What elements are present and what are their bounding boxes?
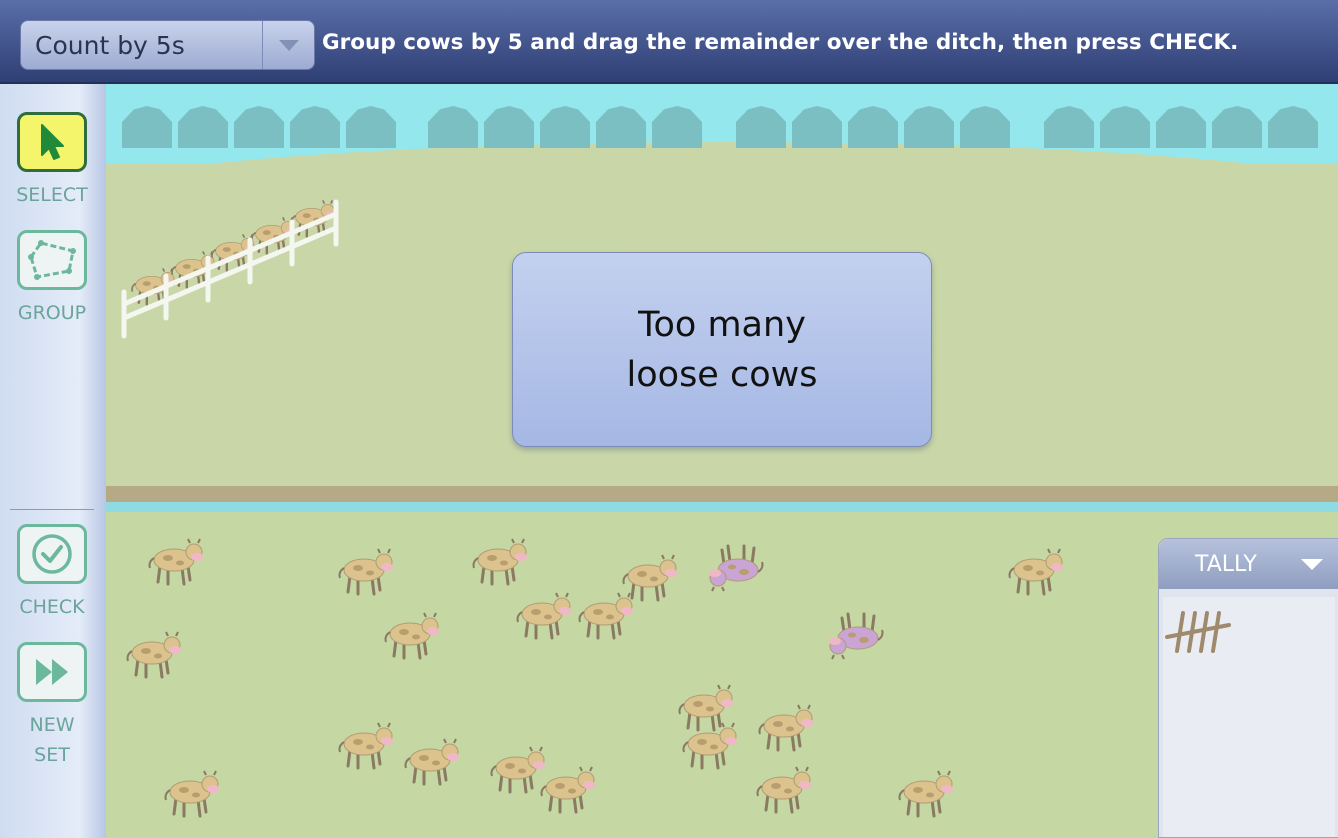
fence-icon [121,199,339,339]
tally-mark [1165,623,1231,639]
cow[interactable] [332,546,396,598]
chevron-down-icon[interactable] [262,21,314,69]
chevron-down-icon[interactable] [1301,558,1323,570]
check-tool[interactable]: CHECK [0,524,104,622]
group-tool-label: GROUP [17,302,87,324]
tally-marks-icon [1165,611,1231,653]
check-label: CHECK [19,596,85,618]
new-set-button[interactable] [17,642,87,702]
lasso-group-icon [28,240,76,280]
cow[interactable] [892,768,956,820]
select-tool-button[interactable] [17,112,87,172]
cow[interactable] [142,536,206,588]
cow[interactable] [120,629,184,681]
tool-sidebar: SELECT GROUP CHECK NEW SET [0,84,106,838]
cow[interactable] [676,720,740,772]
tally-header[interactable]: TALLY [1159,539,1338,589]
instruction-text: Group cows by 5 and drag the remainder o… [322,30,1239,55]
feedback-message-text: Too many loose cows [626,304,818,395]
check-button[interactable] [17,524,87,584]
count-mode-value: Count by 5s [35,30,185,60]
tally-mark [1211,611,1221,653]
ditch [106,502,1338,512]
top-bar: Count by 5s Group cows by 5 and drag the… [0,0,1338,84]
tally-panel[interactable]: TALLY [1158,538,1338,838]
fast-forward-icon [36,659,68,685]
cow[interactable] [378,610,442,662]
new-set-label: NEW SET [29,710,74,770]
tally-body [1163,597,1335,837]
cow[interactable] [572,590,636,642]
cow[interactable] [510,590,574,642]
toolbar-divider [10,509,94,510]
cow[interactable] [706,542,770,594]
cow[interactable] [752,702,816,754]
new-set-label-line2: SET [34,744,70,766]
checkmark-circle-icon [32,534,72,574]
count-mode-dropdown[interactable]: Count by 5s [20,20,315,70]
cow-pen-group[interactable] [114,184,344,344]
cow[interactable] [466,536,530,588]
tally-mark [1175,611,1185,653]
group-tool[interactable]: GROUP [0,230,104,328]
cow[interactable] [826,610,890,662]
new-set-label-line1: NEW [29,714,75,736]
cow[interactable] [1002,546,1066,598]
select-tool-label: SELECT [16,184,88,206]
cow[interactable] [750,764,814,816]
new-set-tool[interactable]: NEW SET [0,642,104,770]
pasture-field[interactable] [106,84,1338,838]
cow[interactable] [534,764,598,816]
group-tool-button[interactable] [17,230,87,290]
cow[interactable] [332,720,396,772]
tally-title: TALLY [1195,551,1257,577]
feedback-message: Too many loose cows [512,252,932,447]
cow[interactable] [158,768,222,820]
select-tool[interactable]: SELECT [0,112,104,210]
cow[interactable] [398,736,462,788]
cursor-arrow-icon [41,124,64,160]
